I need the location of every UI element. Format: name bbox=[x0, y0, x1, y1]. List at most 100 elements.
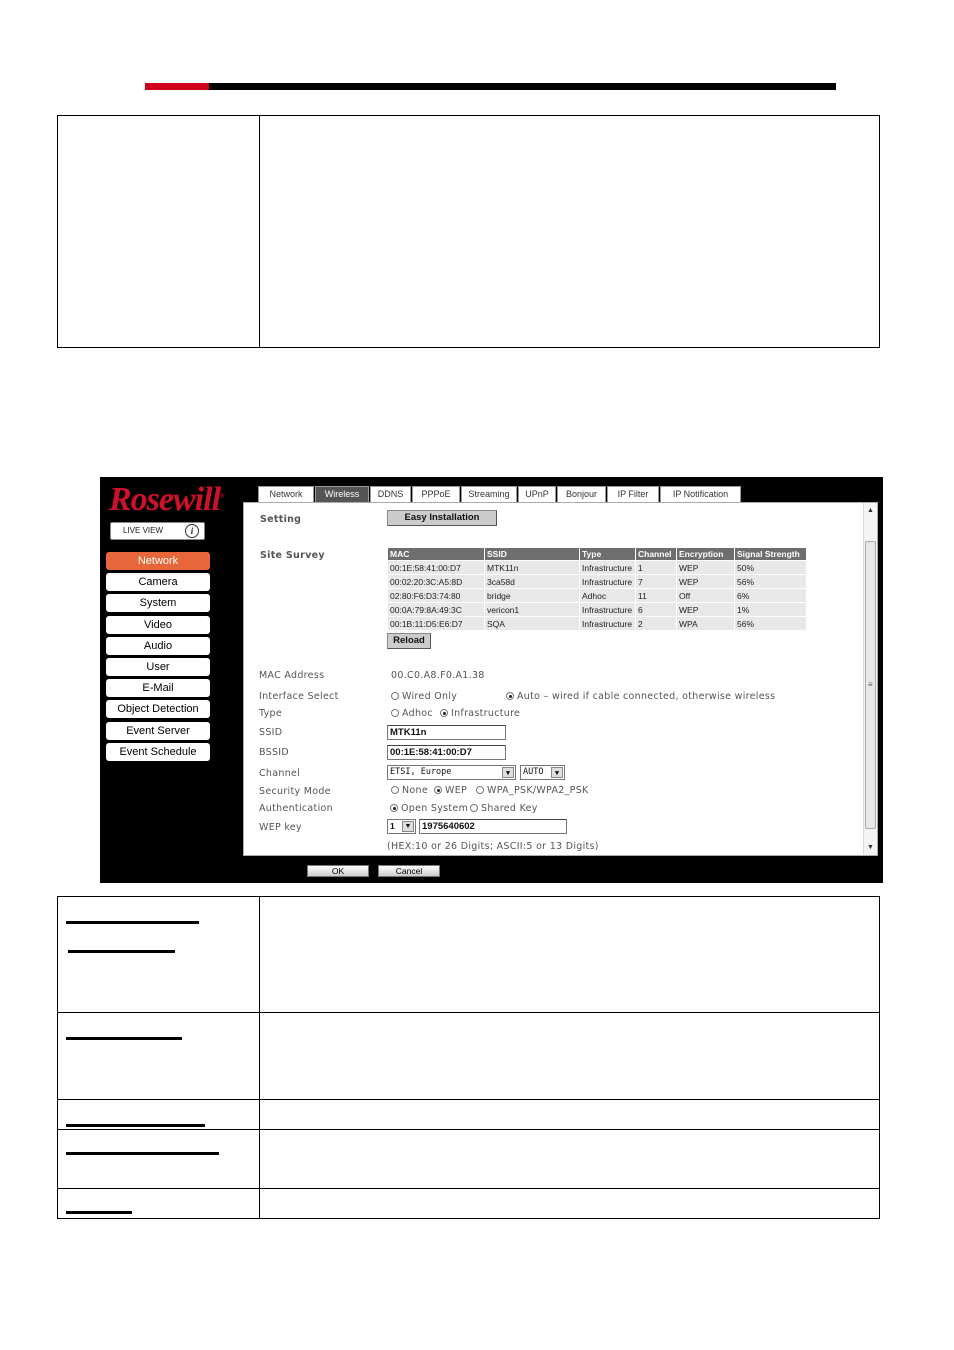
chevron-down-icon[interactable]: ▼ bbox=[551, 767, 563, 778]
survey-cell-encryption: WEP bbox=[677, 561, 734, 574]
doc-cell-term bbox=[57, 1129, 260, 1189]
security-wpa-option[interactable]: WPA_PSK/WPA2_PSK bbox=[476, 785, 589, 796]
chevron-down-icon[interactable]: ▼ bbox=[402, 821, 414, 832]
survey-row[interactable]: 00:02:20:3C:A5:8D 3ca58d Infrastructure 7 WE… bbox=[388, 575, 806, 588]
wep-key-index-select[interactable]: 1 ▼ bbox=[387, 819, 416, 834]
doc-cell-term bbox=[57, 896, 260, 1013]
type-label: Type bbox=[259, 708, 283, 719]
security-wep-option[interactable]: WEP bbox=[434, 785, 467, 796]
survey-row[interactable]: 00:1B:11:D5:E6:D7 SQA Infrastructure 2 WPA 56… bbox=[388, 617, 806, 630]
camera-web-ui-screenshot: Rosewill® LIVE VIEW i Network Camera Sys… bbox=[100, 477, 883, 883]
auth-open-system-option[interactable]: Open System bbox=[390, 803, 468, 814]
interface-wired-only-option[interactable]: Wired Only bbox=[391, 691, 457, 702]
survey-cell-type: Infrastructure bbox=[580, 603, 635, 616]
ssid-input[interactable]: MTK11n bbox=[387, 725, 506, 740]
channel-select[interactable]: AUTO ▼ bbox=[520, 765, 565, 780]
mac-address-label: MAC Address bbox=[259, 670, 325, 681]
survey-cell-encryption: WPA bbox=[677, 617, 734, 630]
channel-region-select[interactable]: ETSI, Europe ▼ bbox=[387, 765, 516, 780]
survey-cell-ssid: MTK11n bbox=[485, 561, 579, 574]
bottom-doc-table bbox=[57, 896, 880, 1219]
bssid-input[interactable]: 00:1E:58:41:00:D7 bbox=[387, 745, 506, 760]
doc-cell-term bbox=[57, 1099, 260, 1130]
survey-cell-mac: 00:02:20:3C:A5:8D bbox=[388, 575, 484, 588]
redacted-term bbox=[66, 1211, 132, 1214]
sidebar-item-audio[interactable]: Audio bbox=[106, 636, 210, 655]
radio-selected-icon[interactable] bbox=[434, 786, 442, 794]
survey-cell-ssid: SQA bbox=[485, 617, 579, 630]
type-adhoc-option[interactable]: Adhoc bbox=[391, 708, 433, 719]
survey-cell-signal: 50% bbox=[735, 561, 806, 574]
doc-cell-description bbox=[259, 896, 880, 1013]
sidebar-item-email[interactable]: E-Mail bbox=[106, 679, 210, 698]
tab-upnp[interactable]: UPnP bbox=[518, 486, 556, 502]
ok-button[interactable]: OK bbox=[307, 865, 369, 877]
radio-icon[interactable] bbox=[391, 786, 399, 794]
sidebar-item-system[interactable]: System bbox=[106, 594, 210, 613]
survey-cell-channel: 2 bbox=[636, 617, 676, 630]
survey-cell-ssid: bridge bbox=[485, 589, 579, 602]
survey-cell-mac: 00:1E:58:41:00:D7 bbox=[388, 561, 484, 574]
scrollbar-thumb[interactable]: ≡ bbox=[865, 541, 876, 829]
sidebar-item-object-detection[interactable]: Object Detection bbox=[106, 700, 210, 719]
mac-address-value: 00.C0.A8.F0.A1.38 bbox=[391, 670, 485, 681]
doc-cell-term bbox=[57, 1012, 260, 1100]
header-bar bbox=[209, 83, 836, 90]
sidebar-item-camera[interactable]: Camera bbox=[106, 573, 210, 592]
sidebar-item-network[interactable]: Network bbox=[106, 552, 210, 570]
radio-icon[interactable] bbox=[476, 786, 484, 794]
tab-wireless[interactable]: Wireless bbox=[315, 486, 369, 502]
info-icon[interactable]: i bbox=[185, 524, 199, 538]
bssid-label: BSSID bbox=[259, 747, 290, 758]
col-channel: Channel bbox=[636, 548, 676, 560]
radio-icon[interactable] bbox=[391, 692, 399, 700]
sidebar-item-user[interactable]: User bbox=[106, 657, 210, 676]
grip-icon: ≡ bbox=[868, 680, 873, 689]
survey-cell-encryption: Off bbox=[677, 589, 734, 602]
tab-ddns[interactable]: DDNS bbox=[370, 486, 411, 502]
doc-cell-term bbox=[57, 1188, 260, 1219]
radio-selected-icon[interactable] bbox=[506, 692, 514, 700]
survey-cell-encryption: WEP bbox=[677, 575, 734, 588]
radio-icon[interactable] bbox=[391, 709, 399, 717]
sidebar-item-event-schedule[interactable]: Event Schedule bbox=[106, 742, 210, 761]
tab-ip-notification[interactable]: IP Notification bbox=[660, 486, 741, 502]
tab-network[interactable]: Network bbox=[258, 486, 314, 502]
redacted-term bbox=[66, 1037, 182, 1040]
tab-ip-filter[interactable]: IP Filter bbox=[607, 486, 659, 502]
radio-selected-icon[interactable] bbox=[390, 804, 398, 812]
survey-row[interactable]: 00:0A:79:8A:49:3C vericon1 Infrastructure 6… bbox=[388, 603, 806, 616]
wep-key-hint: (HEX:10 or 26 Digits; ASCII:5 or 13 Digi… bbox=[387, 841, 599, 852]
sidebar-item-video[interactable]: Video bbox=[106, 615, 210, 634]
security-none-option[interactable]: None bbox=[391, 785, 428, 796]
live-view-button[interactable]: LIVE VIEW i bbox=[110, 522, 205, 540]
cancel-button[interactable]: Cancel bbox=[378, 865, 440, 877]
tab-bonjour[interactable]: Bonjour bbox=[557, 486, 606, 502]
easy-installation-button[interactable]: Easy Installation bbox=[387, 510, 497, 526]
site-survey-label: Site Survey bbox=[260, 550, 325, 561]
setting-label: Setting bbox=[260, 514, 302, 525]
scroll-down-icon[interactable]: ▼ bbox=[867, 844, 874, 851]
survey-row[interactable]: 02:80:F6:D3:74:80 bridge Adhoc 11 Off 6% bbox=[388, 589, 806, 602]
tab-streaming[interactable]: Streaming bbox=[461, 486, 517, 502]
survey-cell-mac: 00:0A:79:8A:49:3C bbox=[388, 603, 484, 616]
interface-auto-option[interactable]: Auto – wired if cable connected, otherwi… bbox=[506, 691, 775, 702]
wep-key-input[interactable]: 1975640602 bbox=[419, 819, 567, 834]
chevron-down-icon[interactable]: ▼ bbox=[502, 767, 514, 778]
radio-selected-icon[interactable] bbox=[440, 709, 448, 717]
wireless-settings-panel: Setting Easy Installation Site Survey MA… bbox=[243, 502, 878, 856]
radio-icon[interactable] bbox=[470, 804, 478, 812]
doc-cell-term bbox=[57, 115, 260, 348]
scroll-up-icon[interactable]: ▲ bbox=[867, 507, 874, 514]
site-survey-table: MAC SSID Type Channel Encryption Signal … bbox=[387, 547, 807, 631]
survey-row[interactable]: 00:1E:58:41:00:D7 MTK11n Infrastructure 1 WE… bbox=[388, 561, 806, 574]
redacted-term bbox=[66, 921, 199, 924]
type-infrastructure-option[interactable]: Infrastructure bbox=[440, 708, 520, 719]
sidebar-item-event-server[interactable]: Event Server bbox=[106, 721, 210, 740]
reload-button[interactable]: Reload bbox=[387, 633, 431, 649]
vertical-scrollbar[interactable]: ▲ ≡ ▼ bbox=[863, 503, 877, 855]
survey-cell-signal: 6% bbox=[735, 589, 806, 602]
auth-shared-key-option[interactable]: Shared Key bbox=[470, 803, 538, 814]
tab-pppoe[interactable]: PPPoE bbox=[412, 486, 460, 502]
col-type: Type bbox=[580, 548, 635, 560]
